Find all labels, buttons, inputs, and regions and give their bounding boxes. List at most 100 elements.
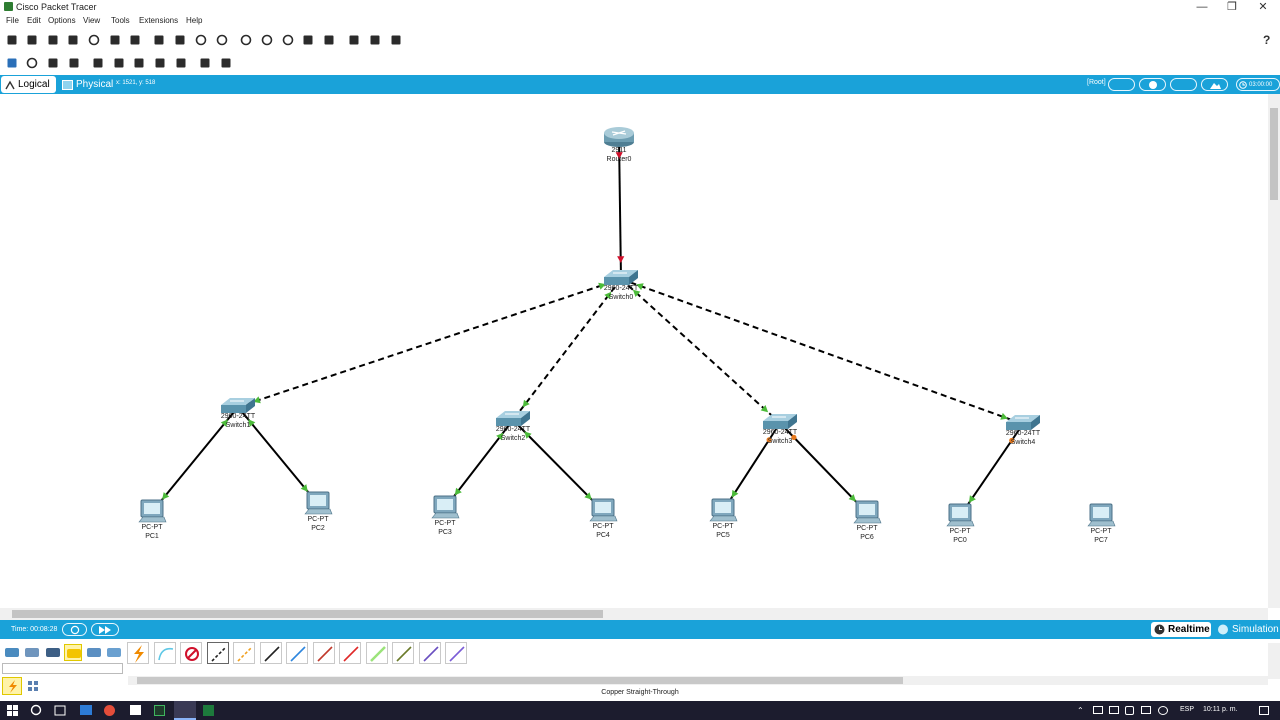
store-icon[interactable] bbox=[130, 705, 141, 715]
note-tool-icon[interactable] bbox=[91, 56, 105, 70]
paste-icon[interactable] bbox=[173, 33, 187, 47]
pc-pc7[interactable] bbox=[1087, 503, 1116, 527]
excel-icon[interactable] bbox=[203, 705, 214, 716]
viewport-icon[interactable] bbox=[347, 33, 361, 47]
copper-straight-icon[interactable] bbox=[206, 642, 229, 664]
multiuser-icon[interactable] bbox=[105, 644, 123, 661]
pc-pc3[interactable] bbox=[431, 495, 460, 519]
no-cable-icon[interactable] bbox=[180, 642, 202, 664]
logical-workspace[interactable]: 2911 Router0 2960-24TT Switch0 2960-24TT Swit… bbox=[0, 94, 1268, 608]
tray-language[interactable]: ESP bbox=[1180, 706, 1194, 713]
pc-pc6[interactable] bbox=[853, 500, 882, 524]
screenshot-icon[interactable] bbox=[389, 33, 403, 47]
new-file-icon[interactable] bbox=[5, 33, 19, 47]
pc-pc1[interactable] bbox=[138, 499, 167, 523]
pc-name-label[interactable]: PC6 bbox=[860, 534, 874, 542]
zoom-reset-icon[interactable] bbox=[260, 33, 274, 47]
tab-logical[interactable]: Logical bbox=[1, 76, 56, 93]
connection-panel-scroll-thumb[interactable] bbox=[137, 677, 903, 684]
notification-center-icon[interactable] bbox=[1259, 706, 1269, 715]
pc-name-label[interactable]: PC7 bbox=[1094, 537, 1108, 545]
pc-pc5[interactable] bbox=[709, 498, 738, 522]
topology-canvas[interactable] bbox=[0, 94, 1268, 608]
draw-ellipse-tool-icon[interactable] bbox=[153, 56, 167, 70]
viewport-button[interactable] bbox=[1201, 78, 1228, 91]
pc-pc0[interactable] bbox=[946, 503, 975, 527]
device-search-input[interactable] bbox=[2, 663, 123, 674]
zoom-out-icon[interactable] bbox=[281, 33, 295, 47]
new-cluster-button[interactable] bbox=[1108, 78, 1135, 91]
pc-name-label[interactable]: PC1 bbox=[145, 533, 159, 541]
task-view-icon[interactable] bbox=[54, 705, 66, 716]
horizontal-scroll-thumb[interactable] bbox=[12, 610, 603, 618]
packet-tracer-task-icon[interactable] bbox=[174, 701, 196, 720]
fiber-icon[interactable] bbox=[259, 642, 282, 664]
switch-name-label[interactable]: Switch1 bbox=[226, 422, 251, 430]
pc-name-label[interactable]: PC5 bbox=[716, 532, 730, 540]
freeform-tool-icon[interactable] bbox=[174, 56, 188, 70]
link-switch0-switch3[interactable] bbox=[620, 278, 781, 424]
power-cycle-button[interactable] bbox=[62, 623, 87, 636]
redo-icon[interactable] bbox=[215, 33, 229, 47]
network-devices-icon[interactable] bbox=[3, 644, 21, 661]
tray-network-icon[interactable] bbox=[1093, 706, 1103, 714]
tray-speaker-icon[interactable] bbox=[1125, 706, 1134, 715]
network-info-icon[interactable] bbox=[128, 33, 142, 47]
iot-cable-icon[interactable] bbox=[418, 642, 441, 664]
resize-tool-icon[interactable] bbox=[67, 56, 81, 70]
tray-battery-icon[interactable] bbox=[1141, 706, 1151, 714]
router-name-label[interactable]: Router0 bbox=[607, 156, 632, 164]
menu-extensions[interactable]: Extensions bbox=[139, 16, 178, 25]
tray-display-icon[interactable] bbox=[1109, 706, 1119, 714]
realtime-mode-button[interactable]: Realtime bbox=[1151, 622, 1211, 637]
serial-dte-icon[interactable] bbox=[365, 642, 388, 664]
drawing-palette-icon[interactable] bbox=[301, 33, 315, 47]
link-switch0-switch2[interactable] bbox=[512, 278, 622, 421]
menu-file[interactable]: File bbox=[6, 16, 19, 25]
pc-name-label[interactable]: PC2 bbox=[311, 525, 325, 533]
save-icon[interactable] bbox=[46, 33, 60, 47]
switch-name-label[interactable]: Switch0 bbox=[609, 294, 634, 302]
menu-options[interactable]: Options bbox=[48, 16, 76, 25]
link-switch0-switch1[interactable] bbox=[237, 278, 622, 408]
coaxial-icon[interactable] bbox=[312, 642, 335, 664]
pc-pc2[interactable] bbox=[304, 491, 333, 515]
copper-cross-icon[interactable] bbox=[233, 642, 255, 664]
maximize-button[interactable]: ❐ bbox=[1217, 0, 1247, 15]
end-devices-icon[interactable] bbox=[23, 644, 41, 661]
delete-tool-icon[interactable] bbox=[46, 56, 60, 70]
automatic-connection-icon[interactable] bbox=[127, 642, 149, 664]
print-icon[interactable] bbox=[66, 33, 80, 47]
switch-name-label[interactable]: Switch4 bbox=[1011, 439, 1036, 447]
switch-name-label[interactable]: Switch3 bbox=[768, 438, 793, 446]
environment-clock[interactable]: 03:00:00 bbox=[1236, 78, 1280, 91]
chrome-icon[interactable] bbox=[104, 705, 115, 716]
open-folder-icon[interactable] bbox=[25, 33, 39, 47]
pc-pc4[interactable] bbox=[589, 498, 618, 522]
switch-name-label[interactable]: Switch2 bbox=[501, 435, 526, 443]
draw-rectangle-tool-icon[interactable] bbox=[132, 56, 146, 70]
tab-physical[interactable]: Physical bbox=[60, 76, 113, 93]
switch-switch3[interactable] bbox=[763, 414, 797, 429]
pc-name-label[interactable]: PC3 bbox=[438, 529, 452, 537]
root-breadcrumb[interactable]: [Root] bbox=[1087, 79, 1106, 86]
console-cable-icon[interactable] bbox=[153, 642, 176, 664]
switch-switch1[interactable] bbox=[221, 398, 255, 413]
serial-dce-icon[interactable] bbox=[339, 642, 361, 664]
menu-help[interactable]: Help bbox=[186, 16, 202, 25]
misc-icon[interactable] bbox=[85, 644, 103, 661]
zoom-in-icon[interactable] bbox=[239, 33, 253, 47]
taskbar-app-mail-icon[interactable] bbox=[80, 705, 92, 715]
tray-wifi-icon[interactable] bbox=[1158, 706, 1168, 715]
custom-device-icon[interactable] bbox=[322, 33, 336, 47]
search-icon[interactable] bbox=[30, 704, 42, 716]
complex-pdu-icon[interactable] bbox=[219, 56, 233, 70]
fast-forward-button[interactable] bbox=[91, 623, 119, 636]
draw-line-tool-icon[interactable] bbox=[112, 56, 126, 70]
tray-clock[interactable]: 10:11 p. m. bbox=[1203, 706, 1238, 713]
nvidia-icon[interactable] bbox=[154, 705, 165, 716]
select-tool-icon[interactable] bbox=[5, 56, 19, 70]
help-icon[interactable]: ? bbox=[1263, 33, 1270, 47]
minimize-button[interactable]: — bbox=[1187, 0, 1217, 15]
phone-cable-icon[interactable] bbox=[286, 642, 308, 664]
